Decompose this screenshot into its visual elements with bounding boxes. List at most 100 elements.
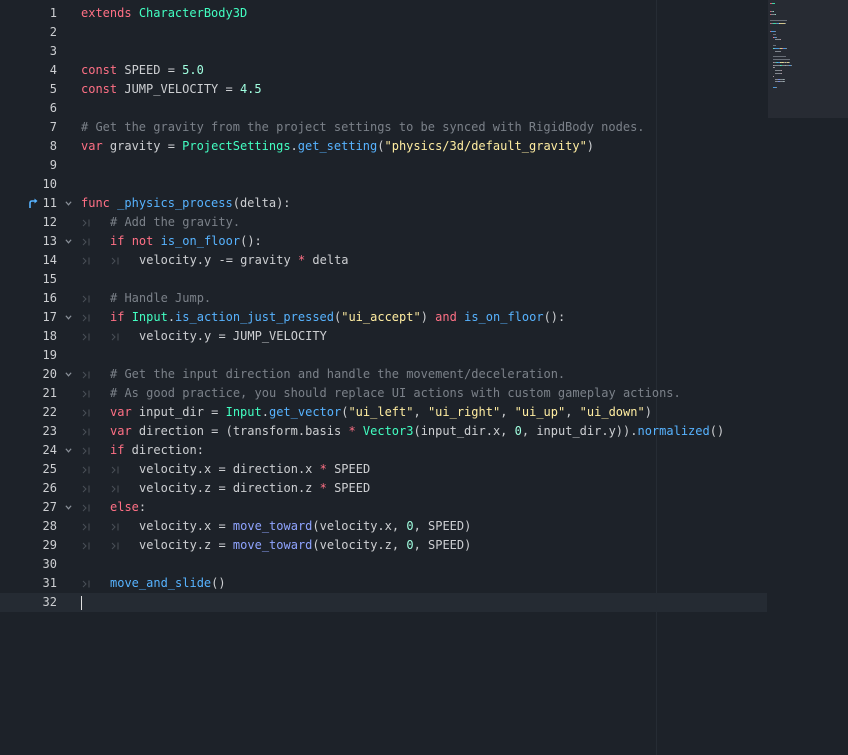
code-text[interactable]: velocity.z = move_toward(velocity.z, 0, … — [139, 536, 471, 555]
code-line[interactable]: 32 — [0, 593, 767, 612]
code-line[interactable]: 15 — [0, 270, 767, 289]
code-text[interactable]: velocity.z = direction.z * SPEED — [139, 479, 370, 498]
code-line[interactable]: 6 — [0, 99, 767, 118]
code-line[interactable]: 4 const SPEED = 5.0 — [0, 61, 767, 80]
code-text[interactable]: var gravity = ProjectSettings.get_settin… — [81, 137, 594, 156]
line-number: 20 — [42, 367, 57, 381]
code-line[interactable]: 30 — [0, 555, 767, 574]
minimap-line — [771, 3, 776, 4]
code-token: velocity.y = JUMP_VELOCITY — [139, 329, 327, 343]
code-line[interactable]: 20 # Get the input direction and handle t… — [0, 365, 767, 384]
chevron-down-icon[interactable] — [65, 314, 72, 321]
code-token: normalized — [637, 424, 710, 438]
code-text[interactable]: extends CharacterBody3D — [81, 4, 247, 23]
code-line[interactable]: 29 velocity.z = move_toward(velocity.z, 0… — [0, 536, 767, 555]
code-token: get_setting — [297, 139, 378, 153]
code-line[interactable]: 24 if direction: — [0, 441, 767, 460]
code-text[interactable]: const JUMP_VELOCITY = 4.5 — [81, 80, 262, 99]
code-text[interactable]: # Handle Jump. — [110, 289, 211, 308]
code-token: is_on_floor — [464, 310, 544, 324]
code-line[interactable]: 26 velocity.z = direction.z * SPEED — [0, 479, 767, 498]
code-line[interactable]: 28 velocity.x = move_toward(velocity.x, 0… — [0, 517, 767, 536]
code-text[interactable]: # As good practice, you should replace U… — [110, 384, 681, 403]
code-token: move_toward — [232, 519, 313, 533]
minimap-line — [788, 61, 790, 63]
code-text[interactable]: if direction: — [110, 441, 204, 460]
code-line[interactable]: 23 var direction = (transform.basis * Vec… — [0, 422, 767, 441]
code-token: () — [211, 576, 226, 590]
tab-arrow-icon — [82, 504, 90, 512]
chevron-down-icon[interactable] — [65, 200, 72, 207]
code-text[interactable]: velocity.x = direction.x * SPEED — [139, 460, 370, 479]
code-token: : — [138, 500, 147, 514]
code-line[interactable]: 5 const JUMP_VELOCITY = 4.5 — [0, 80, 767, 99]
code-line[interactable]: 14 velocity.y -= gravity * delta — [0, 251, 767, 270]
code-text[interactable]: velocity.y -= gravity * delta — [139, 251, 349, 270]
code-text[interactable]: velocity.x = move_toward(velocity.x, 0, … — [139, 517, 471, 536]
code-token: is_action_just_pressed — [175, 310, 334, 324]
code-text[interactable]: move_and_slide() — [110, 574, 226, 593]
code-line[interactable]: 21 # As good practice, you should replace… — [0, 384, 767, 403]
code-line[interactable]: 16 # Handle Jump. — [0, 289, 767, 308]
minimap-line — [780, 70, 783, 72]
code-token: velocity.x = — [139, 519, 233, 533]
code-token: func — [81, 196, 110, 210]
code-line[interactable]: 10 — [0, 175, 767, 194]
code-token: "ui_left" — [348, 405, 414, 419]
code-text[interactable]: var direction = (transform.basis * Vecto… — [110, 422, 724, 441]
code-line[interactable]: 27 else: — [0, 498, 767, 517]
code-line[interactable]: 18 velocity.y = JUMP_VELOCITY — [0, 327, 767, 346]
code-line[interactable]: 13 if not is_on_floor(): — [0, 232, 767, 251]
code-token: velocity.x = direction.x — [139, 462, 320, 476]
code-line[interactable]: 2 — [0, 23, 767, 42]
code-token: gravity = — [102, 139, 183, 153]
code-token: const — [81, 82, 118, 96]
minimap-line — [770, 19, 788, 21]
code-line[interactable]: 31 move_and_slide() — [0, 574, 767, 593]
code-text[interactable]: const SPEED = 5.0 — [81, 61, 204, 80]
code-line[interactable]: 22 var input_dir = Input.get_vector("ui_l… — [0, 403, 767, 422]
line-number: 22 — [42, 405, 57, 419]
code-line[interactable]: 11 func _physics_process(delta): — [0, 194, 767, 213]
minimap-line — [785, 22, 787, 24]
minimap[interactable] — [768, 0, 848, 118]
code-text[interactable]: # Add the gravity. — [110, 213, 240, 232]
code-text[interactable]: # Get the input direction and handle the… — [110, 365, 565, 384]
code-line[interactable]: 1 extends CharacterBody3D — [0, 4, 767, 23]
code-token: get_vector — [268, 405, 342, 419]
code-line[interactable]: 17 if Input.is_action_just_pressed("ui_ac… — [0, 308, 767, 327]
code-line[interactable]: 8 var gravity = ProjectSettings.get_setti… — [0, 137, 767, 156]
code-text[interactable]: # Get the gravity from the project setti… — [81, 118, 645, 137]
tab-arrow-icon — [82, 523, 90, 531]
chevron-down-icon[interactable] — [65, 447, 72, 454]
chevron-down-icon[interactable] — [65, 238, 72, 245]
code-token: 0 — [406, 519, 414, 533]
minimap-line — [772, 59, 790, 60]
code-line[interactable]: 7 # Get the gravity from the project sett… — [0, 118, 767, 137]
tab-arrow-icon — [82, 219, 90, 227]
code-token: var — [81, 139, 103, 153]
code-line[interactable]: 9 — [0, 156, 767, 175]
code-line[interactable]: 25 velocity.x = direction.x * SPEED — [0, 460, 767, 479]
tab-arrow-icon — [82, 314, 90, 322]
line-number: 5 — [49, 82, 57, 96]
code-editor[interactable]: 1 extends CharacterBody3D 2 3 4 const SPEED =… — [0, 0, 848, 755]
code-line[interactable]: 19 — [0, 346, 767, 365]
chevron-down-icon[interactable] — [65, 504, 72, 511]
code-text[interactable]: if not is_on_floor(): — [110, 232, 262, 251]
line-number: 14 — [42, 253, 57, 267]
code-line[interactable]: 3 — [0, 42, 767, 61]
code-text[interactable]: else: — [110, 498, 146, 517]
minimap-line — [773, 75, 775, 77]
minimap-line — [772, 33, 777, 35]
code-text[interactable]: if Input.is_action_just_pressed("ui_acce… — [110, 308, 565, 327]
code-token: # Handle Jump. — [110, 291, 212, 305]
chevron-down-icon[interactable] — [65, 371, 72, 378]
arrow-up-right-icon[interactable] — [28, 197, 40, 209]
code-text[interactable]: var input_dir = Input.get_vector("ui_lef… — [110, 403, 652, 422]
code-text[interactable]: velocity.y = JUMP_VELOCITY — [139, 327, 327, 346]
code-text[interactable]: func _physics_process(delta): — [81, 194, 291, 213]
code-line[interactable]: 12 # Add the gravity. — [0, 213, 767, 232]
